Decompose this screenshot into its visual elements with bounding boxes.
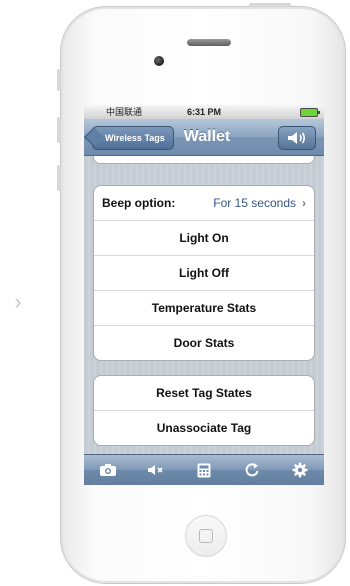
tag-options-group: Beep option: For 15 seconds › Light On Li…	[93, 185, 315, 361]
unassociate-tag-button[interactable]: Unassociate Tag	[94, 411, 314, 445]
refresh-button[interactable]	[240, 458, 264, 482]
front-camera	[154, 56, 164, 66]
partial-group-top	[93, 156, 315, 164]
reset-tag-states-button[interactable]: Reset Tag States	[94, 376, 314, 411]
refresh-icon	[245, 463, 259, 477]
status-bar: 中国联通 6:31 PM	[84, 105, 324, 124]
bottom-toolbar	[84, 454, 324, 485]
beep-option-row[interactable]: Beep option: For 15 seconds ›	[94, 186, 314, 221]
content-area: Beep option: For 15 seconds › Light On Li…	[84, 156, 324, 455]
light-off-button[interactable]: Light Off	[94, 256, 314, 291]
page-title: Wallet	[183, 128, 231, 145]
tag-management-group: Reset Tag States Unassociate Tag	[93, 375, 315, 446]
settings-button[interactable]	[288, 458, 312, 482]
previous-arrow-icon[interactable]: ›	[8, 290, 28, 314]
sound-button[interactable]	[278, 126, 316, 150]
beep-option-value: For 15 seconds	[213, 196, 296, 210]
camera-icon	[100, 464, 116, 476]
phone-screen: 中国联通 6:31 PM Wireless Tags Wallet Beep o…	[84, 105, 324, 485]
door-stats-button[interactable]: Door Stats	[94, 326, 314, 360]
mute-icon	[148, 465, 163, 475]
earpiece-speaker	[187, 39, 231, 46]
gear-icon	[292, 462, 308, 478]
mute-button[interactable]	[144, 458, 168, 482]
power-button	[249, 3, 291, 7]
volume-down-button	[57, 165, 61, 191]
camera-button[interactable]	[96, 458, 120, 482]
calculator-icon	[197, 463, 211, 477]
back-button-label: Wireless Tags	[105, 133, 165, 143]
mute-switch	[57, 69, 61, 91]
home-square-icon	[199, 529, 213, 543]
battery-icon	[300, 108, 320, 117]
temperature-stats-button[interactable]: Temperature Stats	[94, 291, 314, 326]
navigation-bar: Wireless Tags Wallet	[84, 119, 324, 156]
iphone-frame: 中国联通 6:31 PM Wireless Tags Wallet Beep o…	[57, 3, 346, 584]
status-time: 6:31 PM	[186, 107, 221, 117]
calculator-button[interactable]	[192, 458, 216, 482]
volume-up-button	[57, 117, 61, 143]
chevron-right-icon: ›	[302, 196, 306, 210]
light-on-button[interactable]: Light On	[94, 221, 314, 256]
speaker-icon	[288, 132, 306, 144]
beep-option-label: Beep option:	[102, 196, 176, 210]
home-button[interactable]	[185, 515, 227, 557]
